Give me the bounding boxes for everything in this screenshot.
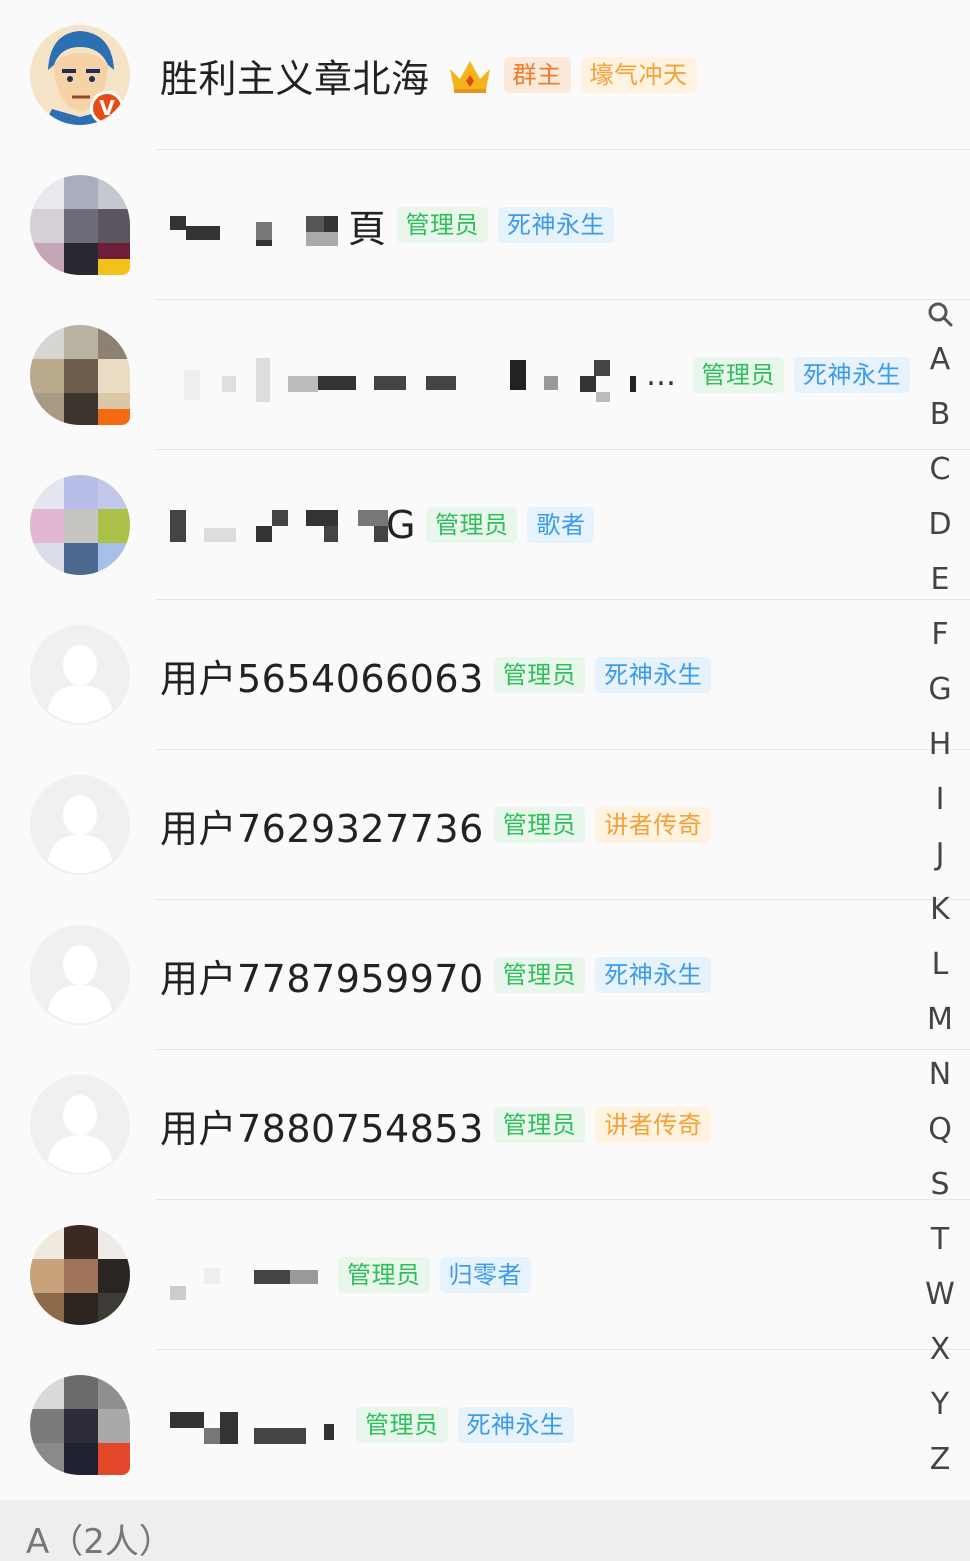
owner-badge: 群主 bbox=[503, 57, 571, 93]
index-letter[interactable]: A bbox=[918, 332, 962, 387]
index-search-icon[interactable] bbox=[918, 300, 962, 332]
index-letter[interactable]: L bbox=[918, 937, 962, 992]
default-user-icon bbox=[30, 775, 130, 875]
member-row[interactable]: … 管理员 死神永生 bbox=[0, 300, 970, 450]
member-name-row: 用户5654066063 管理员 死神永生 bbox=[160, 600, 712, 750]
avatar[interactable] bbox=[30, 475, 130, 575]
index-letter[interactable]: D bbox=[918, 497, 962, 552]
member-name-row: 胜利主义章北海 群主 壕气冲天 bbox=[160, 0, 697, 150]
name-tail: G bbox=[386, 503, 416, 547]
index-letter[interactable]: X bbox=[918, 1322, 962, 1377]
member-name: 胜利主义章北海 bbox=[160, 56, 430, 101]
name-tail: … bbox=[646, 357, 677, 393]
member-row[interactable]: 管理员 死神永生 bbox=[0, 1350, 970, 1500]
avatar[interactable] bbox=[30, 1075, 130, 1175]
admin-badge: 管理员 bbox=[356, 1407, 448, 1443]
index-letter[interactable]: G bbox=[918, 662, 962, 717]
member-name-row: 用户7787959970 管理员 死神永生 bbox=[160, 900, 712, 1050]
avatar[interactable] bbox=[30, 925, 130, 1025]
default-user-icon bbox=[30, 1075, 130, 1175]
admin-badge: 管理员 bbox=[396, 207, 489, 243]
index-letter[interactable]: E bbox=[918, 552, 962, 607]
index-letter[interactable]: H bbox=[918, 717, 962, 772]
crown-icon bbox=[449, 61, 490, 93]
admin-badge: 管理员 bbox=[493, 807, 586, 843]
avatar[interactable] bbox=[30, 775, 130, 875]
title-badge: 死神永生 bbox=[498, 207, 615, 243]
member-name: 用户7629327736 bbox=[160, 806, 484, 851]
member-name-row: … 管理员 死神永生 bbox=[160, 300, 910, 450]
admin-badge: 管理员 bbox=[692, 357, 784, 393]
member-row[interactable]: 用户5654066063 管理员 死神永生 bbox=[0, 600, 970, 750]
title-badge: 歌者 bbox=[527, 507, 595, 543]
admin-badge: 管理员 bbox=[493, 1107, 586, 1143]
title-badge: 死神永生 bbox=[794, 357, 910, 393]
index-letter[interactable]: M bbox=[918, 992, 962, 1047]
title-badge: 壕气冲天 bbox=[580, 57, 697, 93]
blurred-name bbox=[160, 1400, 336, 1450]
index-letter[interactable]: C bbox=[918, 442, 962, 497]
avatar[interactable] bbox=[30, 325, 130, 425]
member-name-row: G 管理员 歌者 bbox=[160, 450, 595, 600]
blurred-name bbox=[160, 500, 388, 550]
blurred-name bbox=[160, 200, 350, 250]
index-letter[interactable]: F bbox=[918, 607, 962, 662]
index-letter[interactable]: Z bbox=[918, 1432, 962, 1487]
blurred-name bbox=[160, 350, 636, 402]
index-letter[interactable]: B bbox=[918, 387, 962, 442]
member-name: 用户7787959970 bbox=[160, 956, 484, 1001]
section-header-label: A（2人） bbox=[26, 1522, 173, 1561]
title-badge: 归零者 bbox=[439, 1257, 531, 1293]
member-name: 用户7880754853 bbox=[160, 1106, 484, 1151]
member-name-row: 管理员 死神永生 bbox=[160, 1350, 574, 1500]
verified-v-icon: V bbox=[90, 91, 124, 125]
index-letter[interactable]: K bbox=[918, 882, 962, 937]
member-row[interactable]: 管理员 归零者 bbox=[0, 1200, 970, 1350]
member-name-row: 用户7880754853 管理员 讲者传奇 bbox=[160, 1050, 712, 1200]
avatar[interactable] bbox=[30, 1375, 130, 1475]
admin-badge: 管理员 bbox=[493, 657, 586, 693]
member-name-row: 用户7629327736 管理员 讲者传奇 bbox=[160, 750, 712, 900]
title-badge: 死神永生 bbox=[457, 1407, 574, 1443]
index-letter[interactable]: W bbox=[918, 1267, 962, 1322]
member-row[interactable]: 頁 管理员 死神永生 bbox=[0, 150, 970, 300]
member-row[interactable]: 用户7880754853 管理员 讲者传奇 bbox=[0, 1050, 970, 1200]
blurred-name bbox=[160, 1250, 318, 1300]
alphabet-index[interactable]: ABCDEFGHIJKLMNQSTWXYZ# bbox=[918, 300, 962, 1542]
member-list-screen: V 胜利主义章北海 群主 壕气冲天 頁 管理员 死神永生 … 管理员 死神永生 … bbox=[0, 0, 970, 1561]
member-name: 用户5654066063 bbox=[160, 656, 484, 701]
index-letter[interactable]: J bbox=[918, 827, 962, 882]
default-user-icon bbox=[30, 925, 130, 1025]
index-letter[interactable]: Y bbox=[918, 1377, 962, 1432]
title-badge: 死神永生 bbox=[595, 657, 712, 693]
index-letter[interactable]: Q bbox=[918, 1102, 962, 1157]
member-name-row: 管理员 归零者 bbox=[160, 1200, 531, 1350]
default-user-icon bbox=[30, 625, 130, 725]
title-badge: 讲者传奇 bbox=[595, 1107, 712, 1143]
member-row[interactable]: 用户7629327736 管理员 讲者传奇 bbox=[0, 750, 970, 900]
search-icon bbox=[928, 302, 953, 327]
section-header: A（2人） bbox=[0, 1500, 970, 1561]
member-row[interactable]: 用户7787959970 管理员 死神永生 bbox=[0, 900, 970, 1050]
admin-badge: 管理员 bbox=[425, 507, 518, 543]
avatar[interactable] bbox=[30, 1225, 130, 1325]
index-letter[interactable]: I bbox=[918, 772, 962, 827]
avatar[interactable] bbox=[30, 625, 130, 725]
title-badge: 讲者传奇 bbox=[595, 807, 712, 843]
member-row[interactable]: V 胜利主义章北海 群主 壕气冲天 bbox=[0, 0, 970, 150]
admin-badge: 管理员 bbox=[338, 1257, 430, 1293]
index-letter[interactable]: T bbox=[918, 1212, 962, 1267]
index-letter[interactable]: N bbox=[918, 1047, 962, 1102]
title-badge: 死神永生 bbox=[595, 957, 712, 993]
member-row[interactable]: G 管理员 歌者 bbox=[0, 450, 970, 600]
index-letter[interactable]: S bbox=[918, 1157, 962, 1212]
name-tail: 頁 bbox=[348, 206, 387, 251]
avatar[interactable] bbox=[30, 175, 130, 275]
avatar[interactable]: V bbox=[30, 25, 130, 125]
member-name-row: 頁 管理员 死神永生 bbox=[160, 150, 615, 300]
admin-badge: 管理员 bbox=[493, 957, 586, 993]
